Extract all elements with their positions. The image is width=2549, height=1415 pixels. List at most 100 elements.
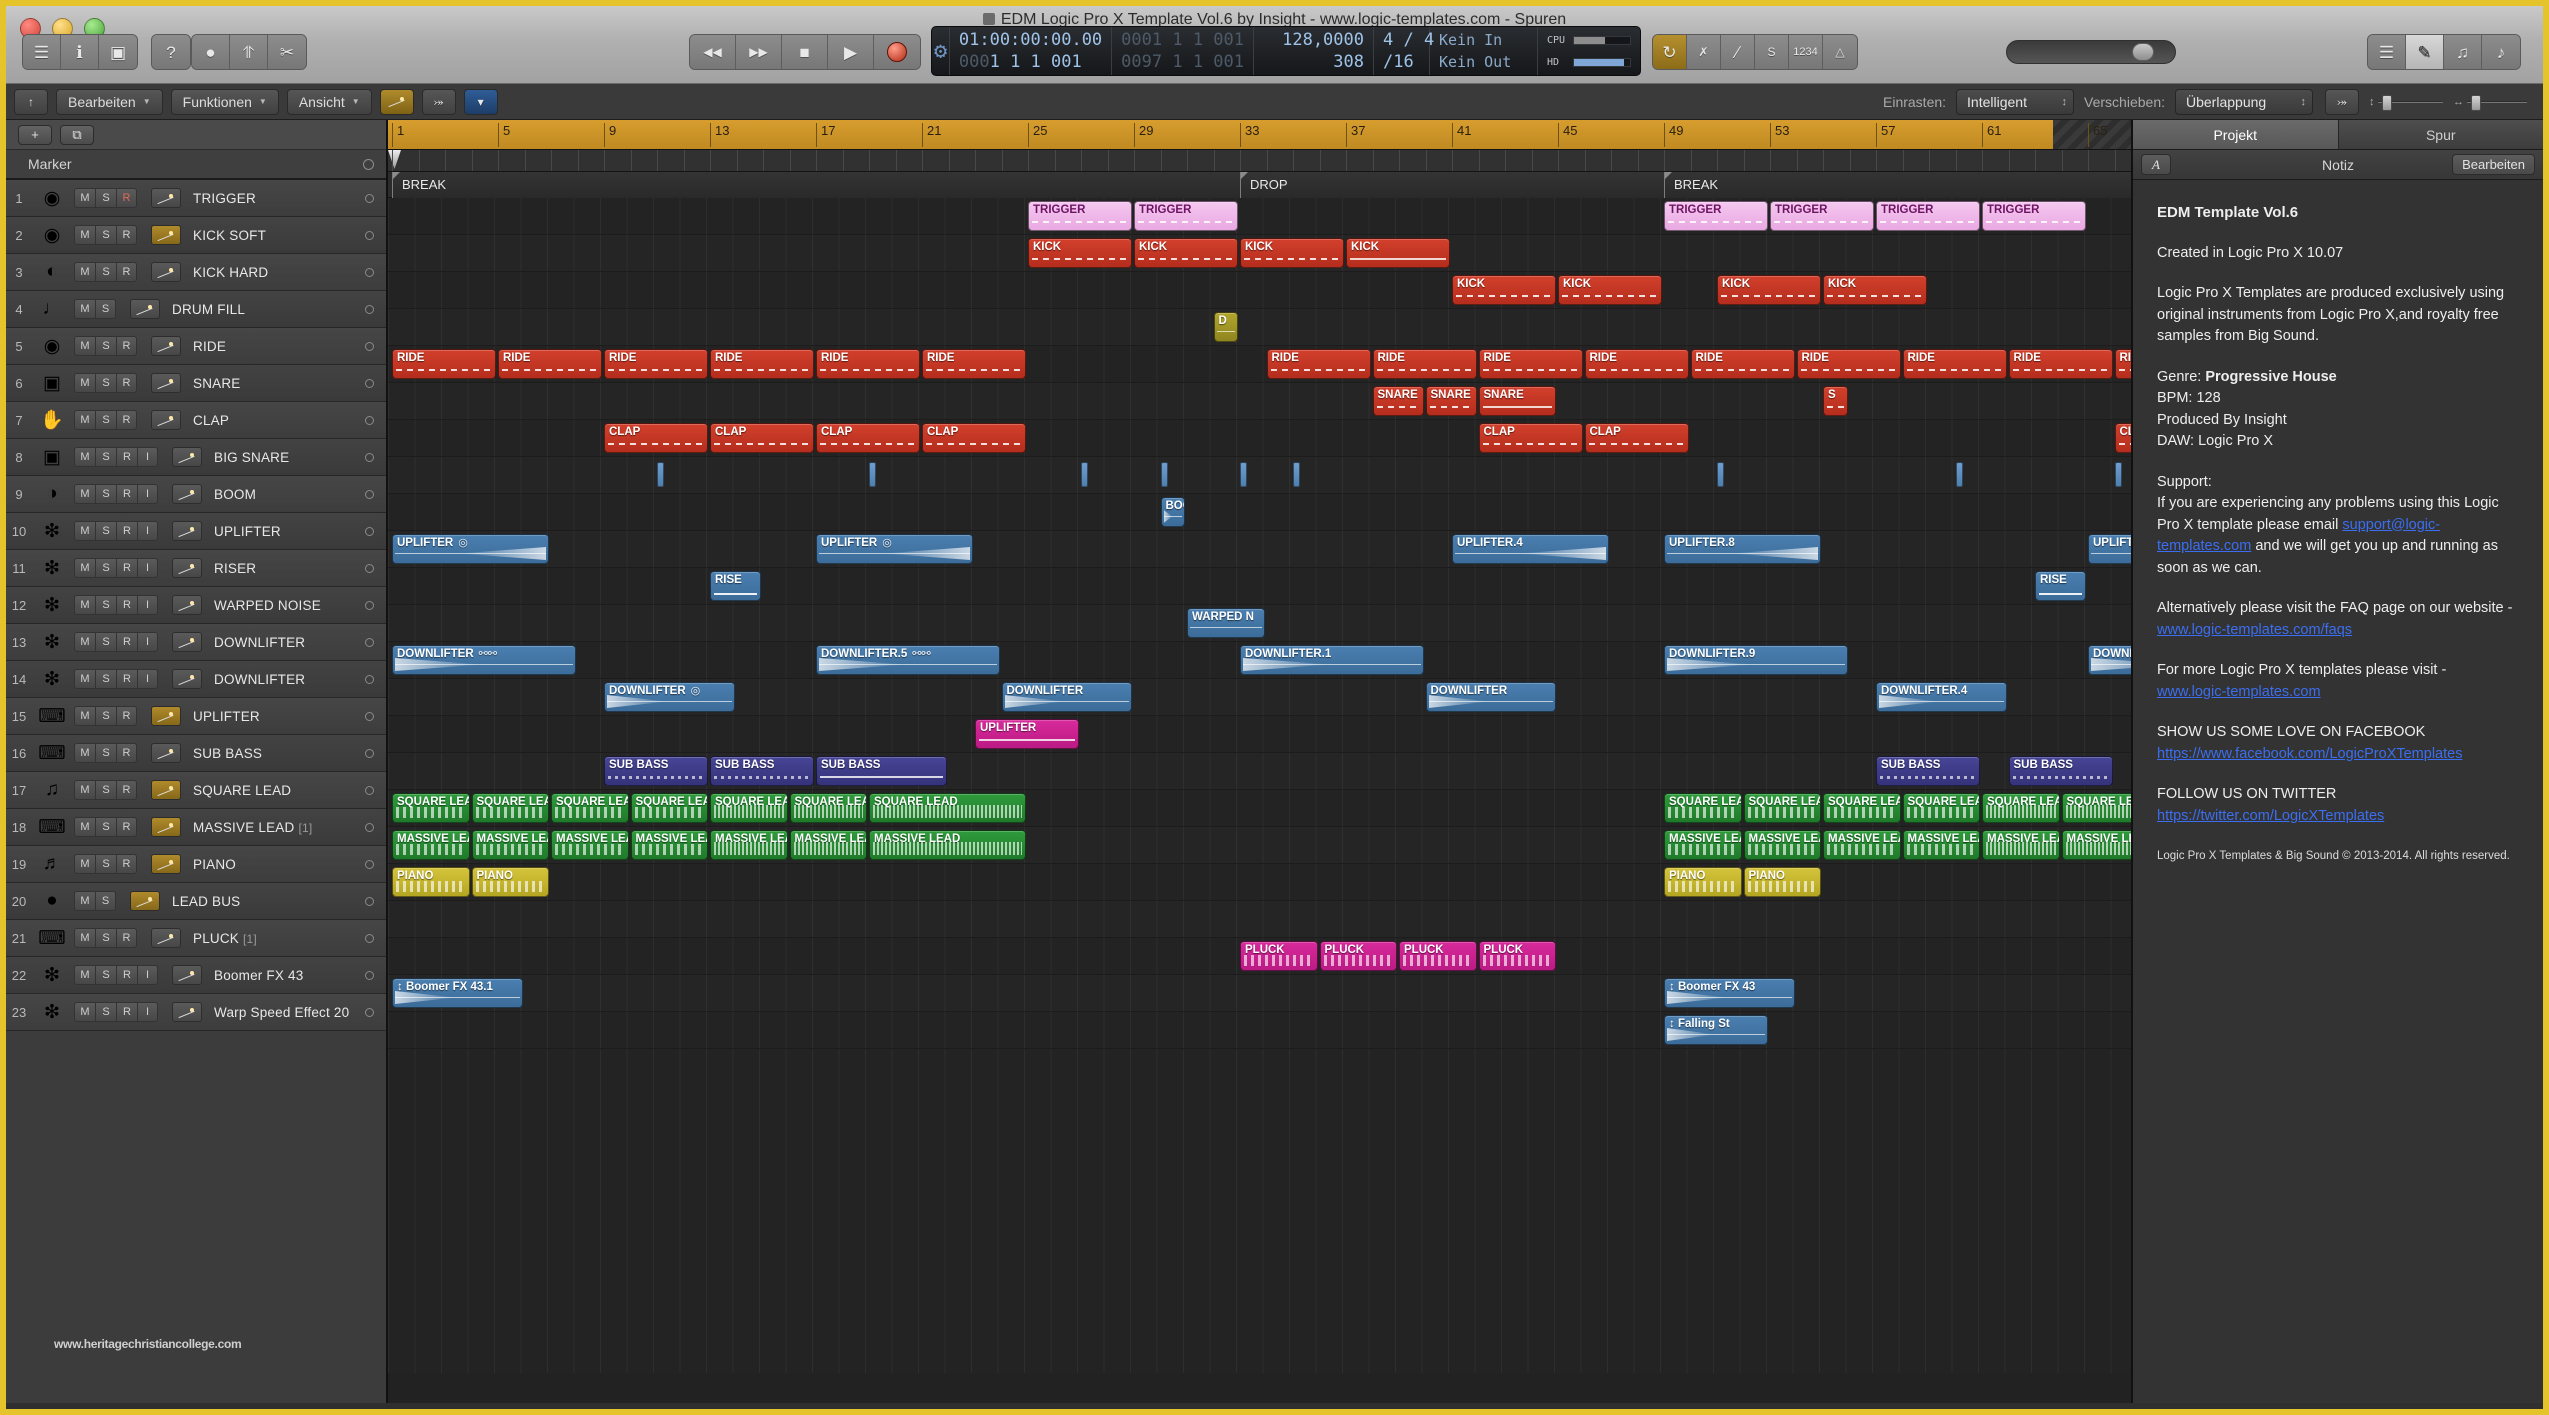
list-editors-icon[interactable]: ☰ [2368,35,2406,69]
region-clip[interactable]: ↕ Falling St [1664,1015,1768,1045]
track-enable-toggle[interactable] [365,970,374,980]
playhead-icon[interactable] [388,150,401,169]
track-row[interactable]: 20 ● M S LEAD BUS [6,883,386,920]
track-name[interactable]: BOOM [214,487,256,502]
region-clip[interactable]: PLUCK [1478,941,1556,971]
region-clip[interactable]: RIDE [710,349,814,379]
track-instrument-icon[interactable]: ⌨ [32,701,72,731]
region-clip[interactable]: RIDE [1902,349,2007,379]
region-clip[interactable]: SQUARE LEAD [2061,793,2131,823]
region-clip[interactable]: SQUARE LEAD [630,793,708,823]
track-lane[interactable] [388,901,2131,938]
track-enable-toggle[interactable] [365,933,374,943]
waveform-zoom-button[interactable]: ⤖ [2325,88,2359,115]
track-name[interactable]: DOWNLIFTER [214,635,305,650]
track-input-monitor-button[interactable]: I [137,632,158,652]
track-automation-button[interactable] [172,632,202,652]
region-clip[interactable]: PLUCK [1319,941,1397,971]
region-clip[interactable]: UPLIFTER ◎ [816,534,973,564]
track-mute-button[interactable]: M [74,299,95,319]
marker-lane[interactable]: BREAKDROPBREAKDROP [388,172,2131,198]
region-clip[interactable]: PLUCK [1240,941,1318,971]
toolbar-hide-icon[interactable]: ▣ [99,35,137,69]
menu-bearbeiten[interactable]: Bearbeiten ▼ [56,88,163,115]
region-clip[interactable]: RIDE [1690,349,1795,379]
region-clip[interactable]: TRIGGER [1770,201,1874,231]
track-mute-button[interactable]: M [74,669,95,689]
track-enable-toggle[interactable] [365,526,374,536]
track-instrument-icon[interactable]: ◑ [32,479,72,509]
region-clip[interactable]: ↕ Boomer FX 43.1 [392,978,523,1008]
track-record-enable-button[interactable]: R [116,225,137,245]
region-clip[interactable]: DOWNLIFTER [1001,682,1132,712]
lcd-gear-icon[interactable]: ⚙ [932,27,950,75]
region-clip[interactable]: PIANO [1743,867,1821,897]
master-volume-slider[interactable] [2006,40,2176,64]
track-enable-toggle[interactable] [365,748,374,758]
region-clip[interactable]: CLAP [922,423,1026,453]
track-enable-toggle[interactable] [365,822,374,832]
apple-loops-icon[interactable]: ♫ [2444,35,2482,69]
region-clip[interactable]: DOWNLIFTER ◎ [604,682,735,712]
region-clip[interactable]: RIDE [2008,349,2113,379]
track-name[interactable]: WARPED NOISE [214,598,321,613]
note-edit-button[interactable]: Bearbeiten [2452,154,2535,175]
track-lane[interactable] [388,716,2131,753]
track-enable-toggle[interactable] [365,896,374,906]
lcd-timecode[interactable]: 01:00:00:00.00 0001 1 1 001 [950,27,1113,75]
region-clip[interactable]: MASSIVE LEAD [1743,830,1821,860]
region-clip[interactable]: SQUARE LEAD [789,793,867,823]
facebook-link[interactable]: https://www.facebook.com/LogicProXTempla… [2157,746,2462,762]
track-instrument-icon[interactable]: ◉ [32,331,72,361]
region-clip[interactable] [1081,462,1088,487]
forward-button[interactable]: ▶▶ [736,35,782,69]
region-clip[interactable]: DOWNLIFTER.1 [1240,645,1424,675]
quick-help-icon[interactable]: ? [152,35,190,69]
mixer-icon[interactable]: ⥣ [230,35,268,69]
cycle-button[interactable]: ↻ [1653,35,1687,69]
track-name[interactable]: BIG SNARE [214,450,289,465]
track-row[interactable]: 1 ◉ M S R TRIGGER [6,180,386,217]
track-enable-toggle[interactable] [365,341,374,351]
track-automation-button[interactable] [130,299,160,319]
track-mute-button[interactable]: M [74,521,95,541]
track-instrument-icon[interactable]: ⌨ [32,738,72,768]
region-clip[interactable]: CLAP [2114,423,2131,453]
track-input-monitor-button[interactable]: I [137,595,158,615]
track-record-enable-button[interactable]: R [116,965,137,985]
region-clip[interactable] [657,462,664,487]
track-lane[interactable] [388,531,2131,568]
region-clip[interactable]: MASSIVE LEAD [471,830,549,860]
region-clip[interactable]: SUB BASS [710,756,814,786]
track-record-enable-button[interactable]: R [116,521,137,541]
track-record-enable-button[interactable]: R [116,373,137,393]
region-clip[interactable]: SUB BASS [1876,756,1980,786]
track-record-enable-button[interactable]: R [116,854,137,874]
track-mute-button[interactable]: M [74,410,95,430]
track-automation-button[interactable] [151,817,181,837]
track-automation-button[interactable] [151,188,181,208]
track-record-enable-button[interactable]: R [116,928,137,948]
track-mute-button[interactable]: M [74,262,95,282]
region-clip[interactable] [1240,462,1247,487]
region-clip[interactable]: CLAP [1478,423,1583,453]
track-lane[interactable] [388,494,2131,531]
region-clip[interactable]: CLAP [604,423,708,453]
track-row[interactable]: 17 ♫ M S R SQUARE LEAD [6,772,386,809]
vertical-zoom-track[interactable] [2377,94,2443,111]
track-mute-button[interactable]: M [74,595,95,615]
region-clip[interactable]: UPLIFTER.9 [2088,534,2131,564]
track-solo-button[interactable]: S [95,262,116,282]
track-mute-button[interactable]: M [74,632,95,652]
tab-projekt[interactable]: Projekt [2133,120,2338,150]
region-clip[interactable]: KICK [1823,275,1927,305]
track-instrument-icon[interactable]: ⌨ [32,812,72,842]
autopunch-button[interactable]: ∕ [1721,35,1755,69]
marker-track-row[interactable]: Marker [6,150,386,180]
track-instrument-icon[interactable]: ❇ [32,664,72,694]
track-name[interactable]: UPLIFTER [193,709,260,724]
track-input-monitor-button[interactable]: I [137,669,158,689]
track-mute-button[interactable]: M [74,891,95,911]
track-automation-button[interactable] [172,558,202,578]
track-automation-button[interactable] [172,484,202,504]
